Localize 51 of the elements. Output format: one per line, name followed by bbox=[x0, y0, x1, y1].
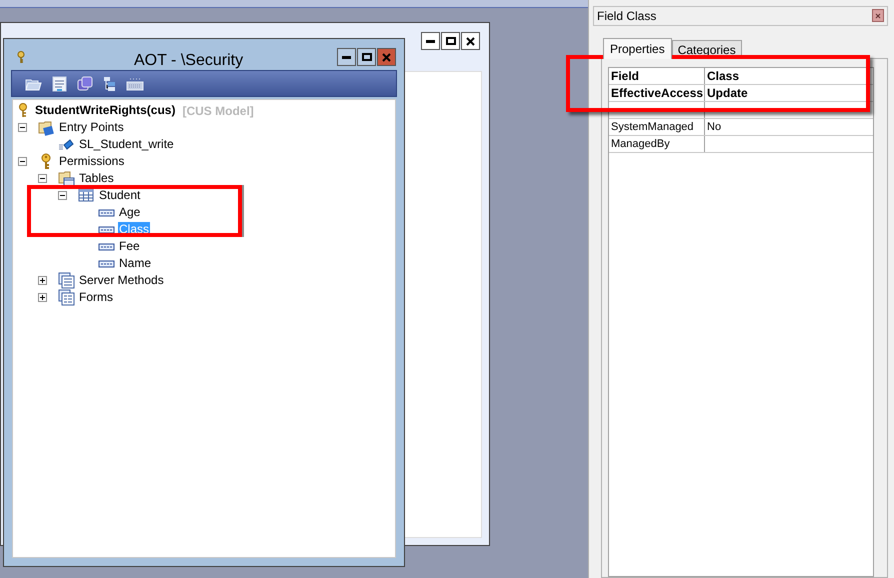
minimize-button[interactable] bbox=[337, 48, 356, 66]
folder-icon bbox=[38, 119, 55, 136]
tree-item[interactable]: Permissions bbox=[58, 154, 126, 169]
form-icon bbox=[58, 289, 75, 306]
maximize-button[interactable] bbox=[357, 48, 376, 66]
tree-item[interactable]: Forms bbox=[78, 290, 114, 305]
collapse-button[interactable] bbox=[38, 174, 47, 183]
folder-icon[interactable] bbox=[25, 76, 42, 90]
minimize-button[interactable] bbox=[421, 32, 440, 50]
methods-icon bbox=[58, 272, 75, 289]
tree-item[interactable]: Student bbox=[98, 188, 142, 203]
expand-button[interactable] bbox=[38, 293, 47, 302]
close-icon bbox=[466, 36, 475, 46]
table-folder-icon bbox=[58, 170, 75, 187]
close-button[interactable] bbox=[461, 32, 480, 50]
tree-item[interactable]: Tables bbox=[78, 171, 115, 186]
property-name: SystemManaged bbox=[609, 119, 705, 135]
table-icon bbox=[78, 187, 95, 204]
tree-item[interactable]: Server Methods bbox=[78, 273, 165, 288]
hierarchy-icon[interactable] bbox=[103, 76, 116, 92]
field-icon bbox=[98, 208, 115, 216]
property-name: Field bbox=[609, 68, 705, 84]
property-name: ManagedBy bbox=[609, 136, 705, 152]
window-title: AOT - \Security bbox=[134, 51, 244, 71]
property-value: Update bbox=[706, 85, 749, 101]
property-value: No bbox=[706, 120, 722, 135]
tab[interactable]: Properties bbox=[603, 38, 672, 59]
close-icon bbox=[875, 12, 881, 18]
tree-item[interactable]: Age bbox=[118, 205, 142, 220]
model-label: [CUS Model] bbox=[182, 102, 254, 120]
tree-item[interactable]: Name bbox=[118, 256, 152, 271]
key-icon bbox=[18, 102, 30, 119]
close-icon bbox=[382, 52, 391, 62]
panel-title: Field Class bbox=[597, 8, 656, 25]
property-value: Class bbox=[706, 68, 740, 84]
document-icon[interactable] bbox=[52, 76, 67, 92]
collapse-button[interactable] bbox=[18, 123, 27, 132]
maximize-button[interactable] bbox=[441, 32, 460, 50]
key-icon bbox=[17, 51, 25, 64]
tree-item[interactable]: StudentWriteRights(cus) bbox=[34, 103, 176, 118]
property-name: EffectiveAccess bbox=[609, 85, 705, 101]
keyboard-icon[interactable] bbox=[126, 76, 144, 90]
field-icon bbox=[98, 226, 115, 234]
tree-item[interactable]: Fee bbox=[118, 239, 141, 254]
tree-item[interactable]: Entry Points bbox=[58, 120, 125, 135]
collapse-button[interactable] bbox=[18, 157, 27, 166]
expand-button[interactable] bbox=[38, 276, 47, 285]
collapse-button[interactable] bbox=[58, 191, 67, 200]
field-icon bbox=[98, 242, 115, 250]
tree-item[interactable]: SL_Student_write bbox=[78, 137, 175, 152]
field-icon bbox=[98, 260, 115, 268]
